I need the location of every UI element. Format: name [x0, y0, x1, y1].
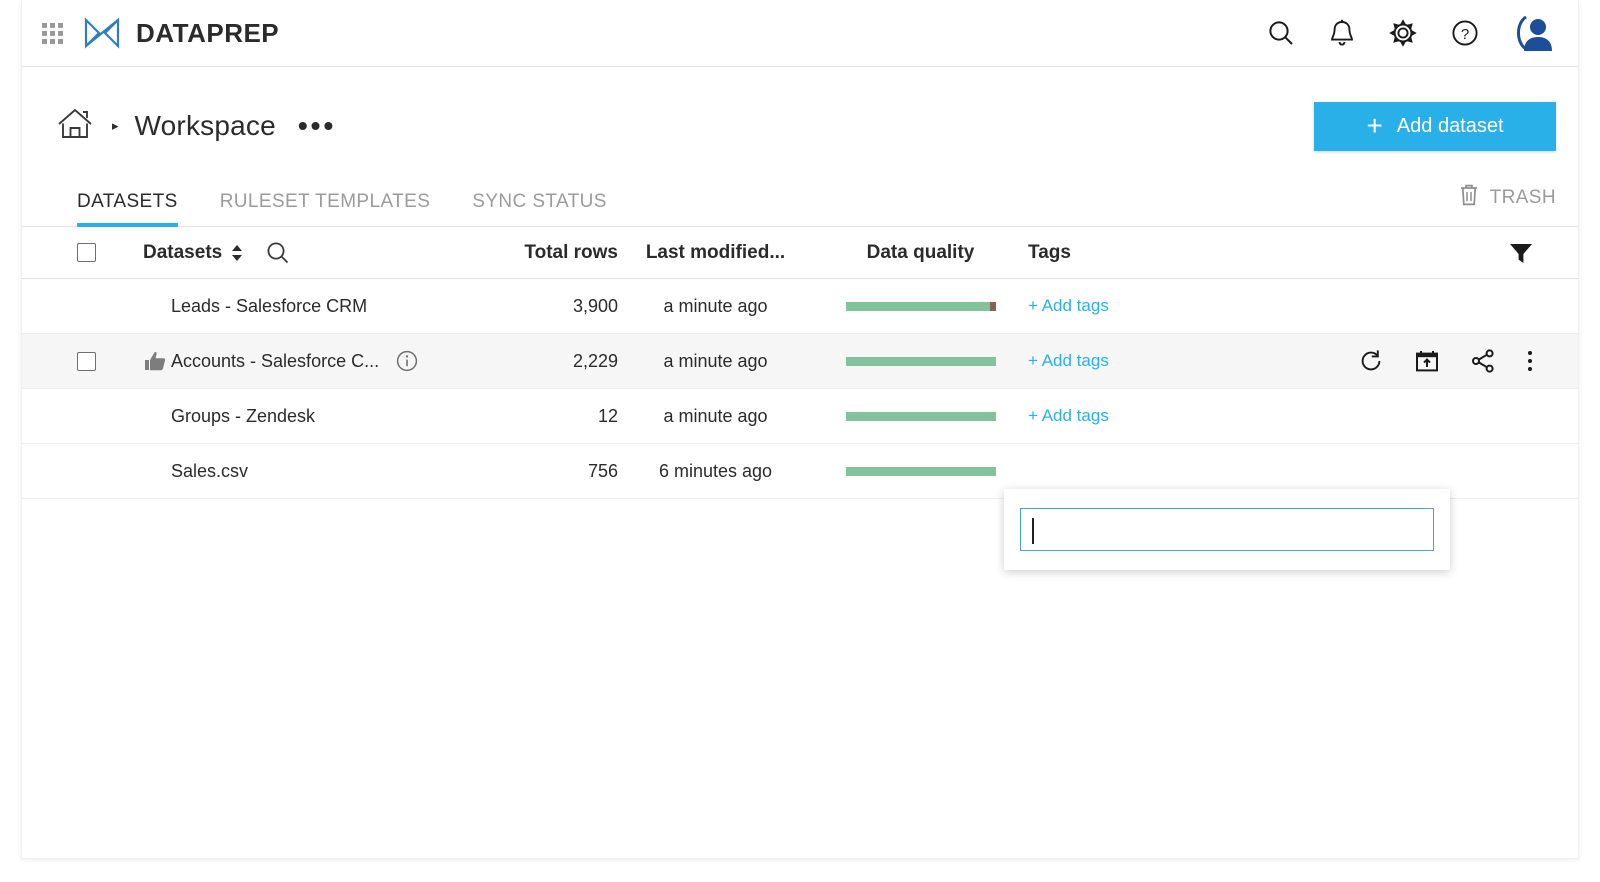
table-row[interactable]: Leads - Salesforce CRM 3,900 a minute ag… — [22, 279, 1578, 334]
tab-datasets[interactable]: DATASETS — [77, 191, 178, 227]
row-last-modified: a minute ago — [663, 350, 768, 371]
breadcrumb-separator: ▸ — [112, 118, 119, 133]
dataset-name[interactable]: Groups - Zendesk — [171, 406, 315, 427]
add-tags-link[interactable]: + Add tags — [1028, 296, 1109, 315]
dataset-name[interactable]: Accounts - Salesforce C... — [171, 351, 379, 372]
tags-input[interactable] — [1020, 508, 1434, 551]
select-all-cell — [77, 243, 143, 262]
dataprep-logo-icon — [84, 17, 120, 49]
row-name-cell: Leads - Salesforce CRM — [143, 296, 443, 317]
dataset-name[interactable]: Leads - Salesforce CRM — [171, 296, 367, 317]
breadcrumb-row: ▸ Workspace ••• + Add dataset — [22, 89, 1578, 163]
row-checkbox[interactable] — [77, 351, 96, 371]
table-row[interactable]: Groups - Zendesk 12 a minute ago + Add t… — [22, 389, 1578, 444]
help-circle-icon[interactable]: ? — [1450, 18, 1480, 48]
trash-can-icon — [1458, 183, 1480, 213]
select-all-checkbox[interactable] — [77, 243, 96, 262]
row-select-cell — [77, 351, 143, 371]
home-icon[interactable] — [56, 106, 94, 147]
table-header-row: Datasets Total rows Last modified... Dat… — [22, 227, 1578, 279]
row-total-rows: 3,900 — [572, 295, 618, 316]
user-avatar-icon[interactable] — [1512, 13, 1556, 53]
column-label-data-quality: Data quality — [866, 241, 975, 263]
breadcrumb-more-menu[interactable]: ••• — [298, 112, 336, 140]
add-tags-link[interactable]: + Add tags — [1028, 406, 1109, 425]
dataset-search-icon[interactable] — [265, 240, 291, 266]
row-data-quality — [813, 301, 1028, 311]
thumbs-up-icon — [143, 350, 167, 372]
row-name-cell: Groups - Zendesk — [143, 406, 443, 427]
data-quality-bar — [845, 301, 996, 311]
column-label-tags: Tags — [1028, 241, 1071, 263]
tab-bar: DATASETS RULESET TEMPLATES SYNC STATUS T… — [22, 177, 1578, 227]
quality-good-segment — [845, 466, 996, 476]
more-vertical-dots-icon[interactable] — [1526, 348, 1534, 374]
add-dataset-label: Add dataset — [1396, 114, 1504, 137]
data-quality-bar — [845, 411, 996, 421]
add-dataset-button[interactable]: + Add dataset — [1314, 101, 1556, 151]
page-title: Workspace — [134, 110, 276, 141]
column-header-actions — [1218, 241, 1556, 265]
column-label-total-rows: Total rows — [524, 241, 618, 263]
column-header-data-quality[interactable]: Data quality — [813, 242, 1028, 264]
data-quality-bar — [845, 466, 996, 476]
quality-good-segment — [845, 411, 996, 421]
plus-icon: + — [1366, 110, 1383, 141]
brand-logo-link[interactable]: DATAPREP — [82, 16, 279, 50]
row-last-modified: 6 minutes ago — [658, 460, 773, 481]
row-last-modified: a minute ago — [663, 405, 768, 426]
app-launcher-grid — [41, 22, 63, 44]
svg-text:?: ? — [1461, 26, 1469, 43]
row-tags: + Add tags — [1028, 406, 1218, 426]
quality-good-segment — [845, 301, 990, 311]
notifications-bell-icon[interactable] — [1328, 18, 1356, 48]
row-last-modified: a minute ago — [663, 295, 768, 316]
info-circle-icon[interactable] — [395, 349, 419, 373]
column-label-datasets: Datasets — [143, 241, 223, 263]
row-total-rows: 756 — [587, 460, 618, 481]
app-launcher-icon[interactable] — [22, 22, 82, 44]
row-data-quality — [813, 411, 1028, 421]
text-cursor — [1032, 518, 1034, 544]
row-total-rows: 12 — [597, 405, 618, 426]
brand-name: DATAPREP — [136, 17, 280, 48]
dataprep-app-window: DATAPREP ? ▸ Workspace ••• + Add dataset… — [22, 0, 1578, 858]
filter-funnel-icon[interactable] — [1508, 241, 1534, 265]
row-total-rows: 2,229 — [572, 350, 618, 371]
tags-editor-popover — [1004, 489, 1450, 570]
data-quality-bar — [845, 356, 996, 366]
sort-arrows-icon[interactable] — [231, 244, 243, 262]
export-box-arrow-up-icon[interactable] — [1414, 348, 1440, 374]
tab-ruleset-templates[interactable]: RULESET TEMPLATES — [220, 191, 431, 226]
row-data-quality — [813, 466, 1028, 476]
dataset-name[interactable]: Sales.csv — [171, 461, 248, 482]
search-icon[interactable] — [1266, 18, 1296, 48]
settings-gear-icon[interactable] — [1388, 18, 1418, 48]
column-header-tags[interactable]: Tags — [1028, 242, 1218, 264]
table-row[interactable]: Accounts - Salesforce C... 2,229 a minut… — [22, 334, 1578, 389]
add-tags-link[interactable]: + Add tags — [1028, 351, 1109, 370]
row-name-cell: Accounts - Salesforce C... — [143, 349, 443, 373]
trash-button[interactable]: TRASH — [1458, 183, 1556, 226]
trash-label: TRASH — [1489, 187, 1556, 208]
row-actions — [1218, 348, 1556, 374]
top-navigation-bar: DATAPREP ? — [22, 0, 1578, 67]
topbar-icon-group: ? — [1266, 13, 1556, 53]
column-header-total-rows[interactable]: Total rows — [443, 242, 618, 264]
row-data-quality — [813, 356, 1028, 366]
quality-good-segment — [845, 356, 996, 366]
column-header-datasets[interactable]: Datasets — [143, 240, 443, 266]
restore-refresh-icon[interactable] — [1358, 348, 1384, 374]
share-nodes-icon[interactable] — [1470, 348, 1496, 374]
quality-bad-segment — [989, 301, 996, 311]
datasets-table: Datasets Total rows Last modified... Dat… — [22, 227, 1578, 499]
row-name-cell: Sales.csv — [143, 461, 443, 482]
row-tags: + Add tags — [1028, 296, 1218, 316]
tab-sync-status[interactable]: SYNC STATUS — [472, 191, 607, 226]
column-header-last-modified[interactable]: Last modified... — [618, 242, 813, 264]
column-label-last-modified: Last modified... — [645, 241, 786, 263]
row-tags: + Add tags — [1028, 351, 1218, 371]
